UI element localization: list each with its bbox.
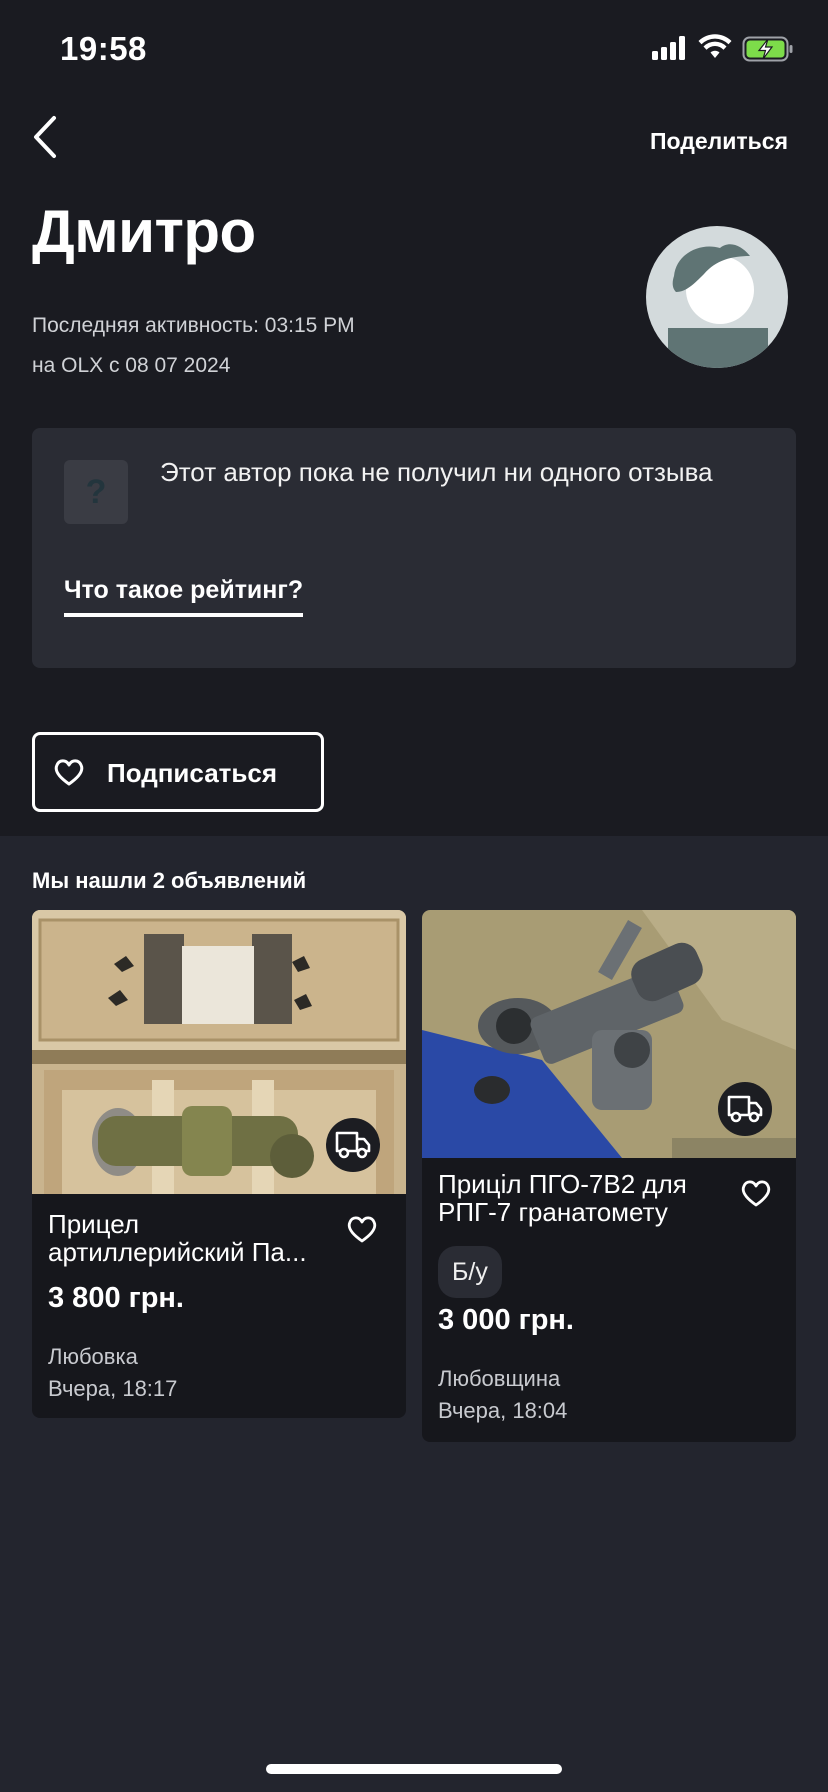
listing-date: Вчера, 18:04 [438,1398,568,1423]
back-arrow-icon[interactable] [30,112,66,162]
listing-title: Прицел артиллерийский Па... [48,1209,307,1267]
question-mark-icon: ? [64,460,128,524]
listing-card[interactable]: Приціл ПГО-7В2 для РПГ-7 гранатомету Б/у… [422,910,796,1442]
listing-card[interactable]: Прицел артиллерийский Па... 3 800 грн. Л… [32,910,406,1418]
listings-count-heading: Мы нашли 2 объявлений [32,868,307,893]
profile-header-area [0,0,828,836]
listing-price: 3 000 грн. [438,1304,574,1336]
rating-card: ? Этот автор пока не получил ни одного о… [32,428,796,668]
status-time: 19:58 [60,30,147,67]
listing-title: Приціл ПГО-7В2 для РПГ-7 гранатомету [438,1169,687,1227]
listing-location: Любовщина [438,1366,561,1391]
wifi-icon [698,34,732,58]
avatar[interactable] [646,226,788,368]
rating-empty-text: Этот автор пока не получил ни одного отз… [160,457,713,487]
subscribe-label: Подписаться [107,758,278,788]
battery-charging-icon [742,36,793,62]
favorite-heart-icon[interactable] [740,1178,772,1208]
cellular-signal-icon [652,36,686,60]
listing-date: Вчера, 18:17 [48,1376,178,1401]
condition-badge: Б/у [438,1246,502,1298]
home-indicator[interactable] [266,1764,562,1774]
delivery-truck-icon [718,1082,772,1136]
favorite-heart-icon[interactable] [346,1214,378,1244]
heart-icon [54,759,84,786]
listing-price: 3 800 грн. [48,1282,184,1314]
status-bar: 19:58 [0,0,828,100]
default-avatar-icon [646,226,788,368]
delivery-truck-icon [326,1118,380,1172]
listing-location: Любовка [48,1344,138,1369]
member-since: на OLX с 08 07 2024 [32,354,231,377]
share-button[interactable]: Поделиться [650,128,788,155]
last-activity: Последняя активность: 03:15 PM [32,314,355,337]
profile-name: Дмитро [32,198,256,265]
subscribe-button[interactable]: Подписаться [32,732,324,812]
what-is-rating-link[interactable]: Что такое рейтинг? [64,576,304,617]
